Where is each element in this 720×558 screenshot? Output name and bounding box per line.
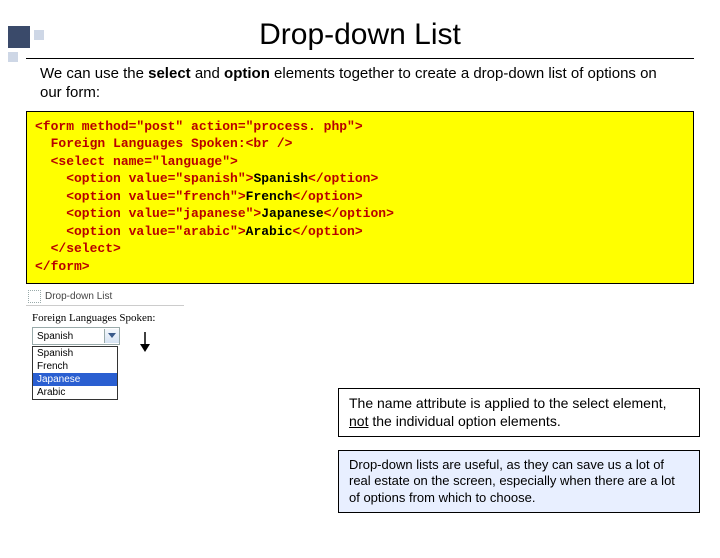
code-line: </form> <box>35 259 90 274</box>
code-line: <option value="arabic"> <box>35 224 246 239</box>
code-example-box: <form method="post" action="process. php… <box>26 111 694 285</box>
code-line: <option value="french"> <box>35 189 246 204</box>
dropdown-toggle-button[interactable] <box>104 329 119 343</box>
code-line: </select> <box>35 241 121 256</box>
browser-tab-label: Drop-down List <box>45 291 112 302</box>
dropdown-selected-value: Spanish <box>33 331 104 342</box>
code-text: Arabic <box>246 224 293 239</box>
intro-pre: We can use the <box>40 65 148 82</box>
chevron-down-icon <box>108 333 116 339</box>
page-title: Drop-down List <box>0 18 720 52</box>
code-line: <option value="japanese"> <box>35 206 261 221</box>
slide-corner-decoration <box>8 26 56 70</box>
callout-underline: not <box>349 413 368 429</box>
code-line: <select name="language"> <box>35 154 238 169</box>
arrow-down-icon <box>138 332 152 352</box>
code-line: </option> <box>292 189 362 204</box>
intro-bold-select: select <box>148 65 191 82</box>
dropdown-select[interactable]: Spanish <box>32 327 120 345</box>
dropdown-option[interactable]: Arabic <box>33 386 117 399</box>
intro-mid: and <box>191 65 224 82</box>
code-line: </option> <box>308 171 378 186</box>
callout-text: The name attribute is applied to the sel… <box>349 395 667 411</box>
browser-body: Foreign Languages Spoken: Spanish Spanis… <box>26 306 184 404</box>
page-icon <box>28 290 41 303</box>
browser-tab[interactable]: Drop-down List <box>26 288 184 306</box>
intro-bold-option: option <box>224 65 270 82</box>
dropdown-listbox[interactable]: Spanish French Japanese Arabic <box>32 346 118 400</box>
code-line: Foreign Languages Spoken:<br /> <box>35 136 292 151</box>
callout-text: Drop-down lists are useful, as they can … <box>349 457 675 505</box>
intro-text: We can use the select and option element… <box>40 65 680 103</box>
code-line: </option> <box>292 224 362 239</box>
code-text: Japanese <box>261 206 323 221</box>
form-label: Foreign Languages Spoken: <box>32 312 178 324</box>
code-line: <form method="post" action="process. php… <box>35 119 363 134</box>
callout-name-attribute: The name attribute is applied to the sel… <box>338 388 700 437</box>
callout-text: the individual option elements. <box>368 413 560 429</box>
code-text: Spanish <box>253 171 308 186</box>
browser-preview: Drop-down List Foreign Languages Spoken:… <box>26 288 184 404</box>
title-rule <box>26 58 694 59</box>
callout-usefulness: Drop-down lists are useful, as they can … <box>338 450 700 513</box>
dropdown-option[interactable]: French <box>33 360 117 373</box>
dropdown-option[interactable]: Japanese <box>33 373 117 386</box>
code-text: French <box>246 189 293 204</box>
dropdown-option[interactable]: Spanish <box>33 347 117 360</box>
code-line: </option> <box>324 206 394 221</box>
code-line: <option value="spanish"> <box>35 171 253 186</box>
